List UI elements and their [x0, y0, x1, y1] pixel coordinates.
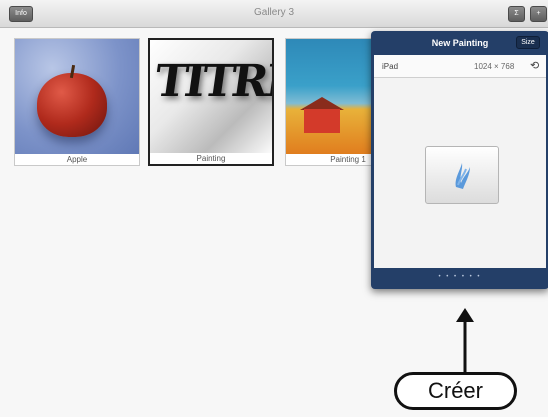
new-painting-popover: New Painting Size iPad 1024 × 768 ⟲ • • …: [371, 31, 548, 289]
apple-thumbnail: [15, 39, 139, 156]
popover-body: iPad 1024 × 768 ⟲: [374, 55, 546, 268]
device-label: iPad: [382, 62, 399, 71]
rotate-icon[interactable]: ⟲: [530, 59, 539, 72]
titre-artwork: TITRE: [151, 56, 274, 107]
gallery-item-painting[interactable]: TITRE Painting: [148, 38, 274, 166]
size-button[interactable]: Size: [516, 36, 540, 49]
titre-thumbnail: TITRE: [150, 40, 272, 157]
gallery-item-label: Painting: [150, 153, 272, 164]
canvas-size-row[interactable]: iPad 1024 × 768 ⟲: [374, 55, 546, 78]
apple-shape: [37, 73, 107, 137]
add-painting-button[interactable]: +: [530, 6, 547, 22]
gallery-item-apple[interactable]: Apple: [14, 38, 140, 166]
page-indicator: • • • • • •: [438, 274, 482, 280]
create-callout: Créer: [394, 372, 517, 410]
annotation-arrow-icon: [456, 308, 474, 376]
resolution-label: 1024 × 768: [474, 62, 515, 71]
brush-stroke-icon: [455, 163, 470, 189]
settings-button[interactable]: Σ: [508, 6, 525, 22]
house-shape: [304, 109, 340, 133]
top-bar: Info Gallery 3 Σ +: [0, 0, 548, 28]
create-painting-button[interactable]: [425, 146, 499, 204]
gallery-title: Gallery 3: [253, 7, 294, 18]
gallery-item-label: Apple: [15, 154, 139, 165]
